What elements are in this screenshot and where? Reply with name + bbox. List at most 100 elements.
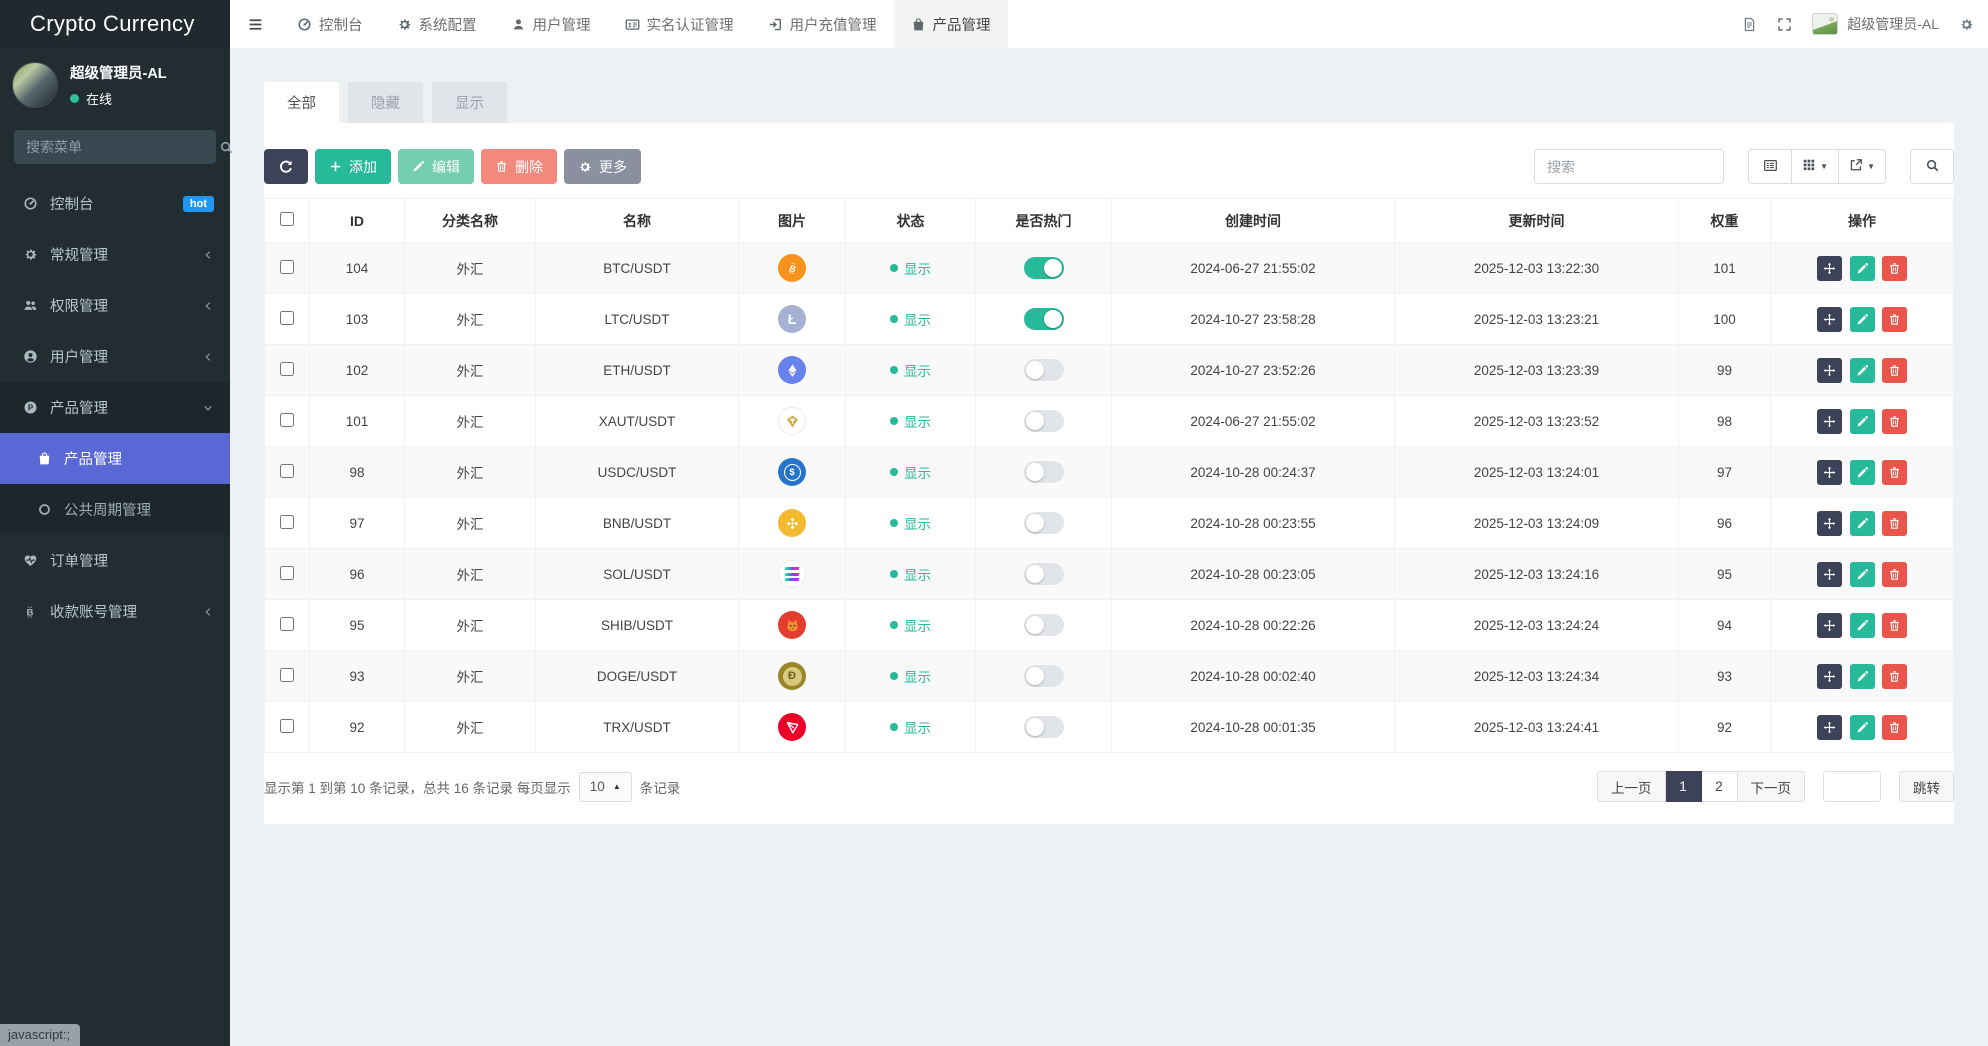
delete-button[interactable]: 删除	[481, 149, 557, 184]
jump-button[interactable]: 跳转	[1899, 771, 1954, 802]
hot-toggle[interactable]	[1024, 257, 1064, 279]
jump-page-input[interactable]	[1823, 771, 1881, 802]
table-row: 95 外汇 SHIB/USDT 显示 2024-10-28 00:22:26 2…	[265, 600, 1954, 651]
row-delete-button[interactable]	[1882, 664, 1907, 689]
nav-item-system-config[interactable]: 系统配置	[380, 0, 494, 48]
move-button[interactable]	[1817, 256, 1842, 281]
row-checkbox[interactable]	[280, 668, 294, 682]
row-edit-button[interactable]	[1850, 460, 1875, 485]
sidebar-search-icon[interactable]	[219, 140, 234, 155]
row-edit-button[interactable]	[1850, 358, 1875, 383]
hot-toggle[interactable]	[1024, 410, 1064, 432]
sidebar-item-product[interactable]: P 产品管理	[0, 382, 230, 433]
cogs-icon[interactable]	[1959, 17, 1974, 32]
row-delete-button[interactable]	[1882, 256, 1907, 281]
row-delete-button[interactable]	[1882, 460, 1907, 485]
row-checkbox[interactable]	[280, 311, 294, 325]
nav-item-user-manage[interactable]: 用户管理	[494, 0, 608, 48]
page-button-1[interactable]: 1	[1666, 771, 1702, 802]
tab-shown[interactable]: 显示	[432, 82, 507, 123]
prev-page-button[interactable]: 上一页	[1597, 771, 1666, 802]
sidebar-item-order[interactable]: 订单管理	[0, 535, 230, 586]
row-edit-button[interactable]	[1850, 613, 1875, 638]
move-button[interactable]	[1817, 358, 1842, 383]
hot-toggle[interactable]	[1024, 716, 1064, 738]
row-checkbox[interactable]	[280, 362, 294, 376]
cell-category: 外汇	[405, 447, 536, 498]
table-row: 104 外汇 BTC/USDT B 显示 2024-06-27 21:55:02…	[265, 243, 1954, 294]
row-checkbox[interactable]	[280, 260, 294, 274]
detail-view-button[interactable]	[1748, 149, 1792, 184]
nav-item-console[interactable]: 控制台	[280, 0, 380, 48]
search-button[interactable]	[1910, 149, 1954, 184]
sidebar-item-payment-account[interactable]: B 收款账号管理	[0, 586, 230, 637]
row-delete-button[interactable]	[1882, 511, 1907, 536]
hot-toggle[interactable]	[1024, 665, 1064, 687]
fullscreen-icon[interactable]	[1777, 17, 1792, 32]
move-button[interactable]	[1817, 511, 1842, 536]
hot-toggle[interactable]	[1024, 359, 1064, 381]
more-button[interactable]: 更多	[564, 149, 641, 184]
hot-toggle[interactable]	[1024, 563, 1064, 585]
row-edit-button[interactable]	[1850, 256, 1875, 281]
page-size-select[interactable]: 10▲	[579, 772, 632, 802]
tab-hidden[interactable]: 隐藏	[348, 82, 423, 123]
move-button[interactable]	[1817, 409, 1842, 434]
row-edit-button[interactable]	[1850, 409, 1875, 434]
move-button[interactable]	[1817, 715, 1842, 740]
row-checkbox[interactable]	[280, 617, 294, 631]
hot-toggle[interactable]	[1024, 308, 1064, 330]
next-page-button[interactable]: 下一页	[1738, 771, 1806, 802]
move-button[interactable]	[1817, 664, 1842, 689]
nav-item-recharge[interactable]: 用户充值管理	[751, 0, 894, 48]
export-button[interactable]: ▼	[1839, 149, 1886, 184]
sidebar-subitem-public-cycle[interactable]: 公共周期管理	[0, 484, 230, 535]
hot-toggle[interactable]	[1024, 614, 1064, 636]
add-button[interactable]: 添加	[315, 149, 391, 184]
row-delete-button[interactable]	[1882, 613, 1907, 638]
row-edit-button[interactable]	[1850, 664, 1875, 689]
hot-toggle[interactable]	[1024, 461, 1064, 483]
sidebar-subitem-product-manage[interactable]: 产品管理	[0, 433, 230, 484]
row-delete-button[interactable]	[1882, 562, 1907, 587]
select-all-checkbox[interactable]	[280, 212, 294, 226]
row-delete-button[interactable]	[1882, 715, 1907, 740]
move-button[interactable]	[1817, 613, 1842, 638]
status-dot-icon	[890, 264, 898, 272]
coin-icon: Ł	[778, 305, 806, 333]
navbar-user-menu[interactable]: 超级管理员-AL	[1812, 13, 1939, 35]
row-edit-button[interactable]	[1850, 562, 1875, 587]
row-delete-button[interactable]	[1882, 409, 1907, 434]
sidebar-search-input[interactable]	[14, 139, 219, 155]
row-edit-button[interactable]	[1850, 715, 1875, 740]
refresh-button[interactable]	[264, 149, 308, 184]
nav-item-realname-auth[interactable]: 实名认证管理	[608, 0, 751, 48]
hamburger-icon[interactable]	[230, 16, 280, 33]
move-button[interactable]	[1817, 307, 1842, 332]
edit-button[interactable]: 编辑	[398, 149, 474, 184]
cell-weight: 97	[1679, 447, 1771, 498]
move-button[interactable]	[1817, 562, 1842, 587]
table-search-input[interactable]	[1534, 149, 1724, 184]
sidebar-item-general[interactable]: 常规管理	[0, 229, 230, 280]
columns-button[interactable]: ▼	[1792, 149, 1839, 184]
row-checkbox[interactable]	[280, 464, 294, 478]
pagination: 上一页12下一页 跳转	[1597, 771, 1954, 802]
document-icon[interactable]	[1742, 17, 1757, 32]
row-checkbox[interactable]	[280, 515, 294, 529]
move-button[interactable]	[1817, 460, 1842, 485]
row-delete-button[interactable]	[1882, 307, 1907, 332]
page-button-2[interactable]: 2	[1702, 771, 1738, 802]
row-checkbox[interactable]	[280, 566, 294, 580]
row-delete-button[interactable]	[1882, 358, 1907, 383]
row-checkbox[interactable]	[280, 719, 294, 733]
row-checkbox[interactable]	[280, 413, 294, 427]
nav-item-product-manage[interactable]: 产品管理	[894, 0, 1008, 48]
tab-all[interactable]: 全部	[264, 82, 339, 123]
sidebar-item-permission[interactable]: 权限管理	[0, 280, 230, 331]
sidebar-item-console[interactable]: 控制台 hot	[0, 178, 230, 229]
sidebar-item-user[interactable]: 用户管理	[0, 331, 230, 382]
hot-toggle[interactable]	[1024, 512, 1064, 534]
row-edit-button[interactable]	[1850, 511, 1875, 536]
row-edit-button[interactable]	[1850, 307, 1875, 332]
